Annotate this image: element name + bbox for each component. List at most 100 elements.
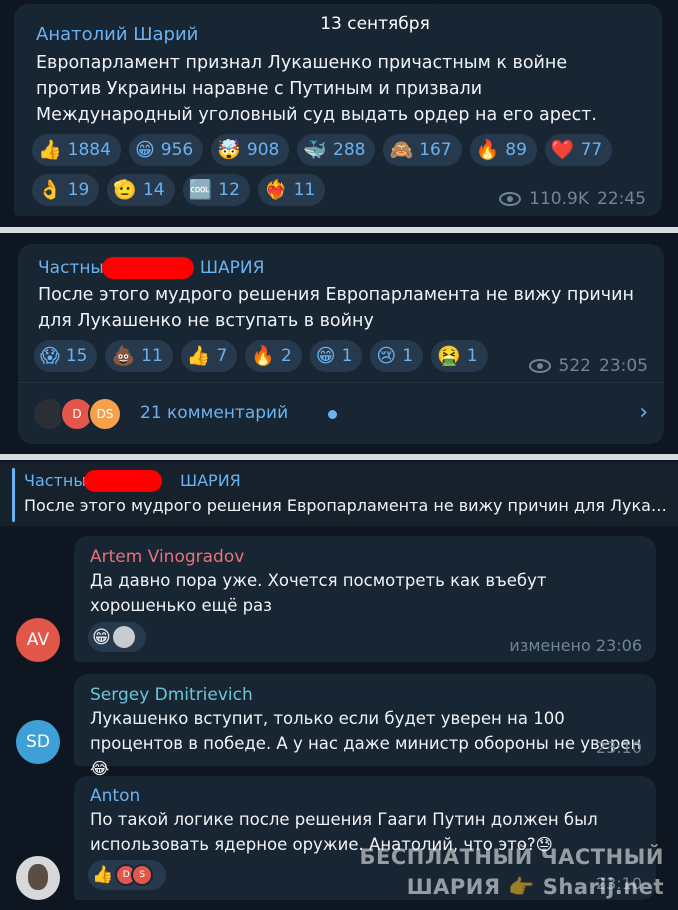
views-icon <box>528 359 551 373</box>
reaction-count: 1 <box>341 346 353 366</box>
comment-text: Лукашенко вступит, только если будет уве… <box>90 709 642 778</box>
reaction-chip[interactable]: 😁 956 <box>128 134 204 166</box>
reaction-emoji-icon: 🤮 <box>437 344 461 367</box>
avatar-face <box>28 864 48 890</box>
reaction-count: 956 <box>160 140 194 160</box>
reaction-count: 908 <box>246 140 280 160</box>
reaction-chip[interactable]: 🔥 89 <box>469 134 537 166</box>
message-text: После этого мудрого решения Европарламен… <box>38 285 634 331</box>
reaction-chip[interactable]: 👍 D S <box>88 860 166 890</box>
accent-bar <box>12 468 15 522</box>
reaction-count: 12 <box>218 180 240 200</box>
reaction-emoji-icon: 🔥 <box>251 344 275 367</box>
reaction-emoji-icon: 😢 <box>376 344 397 367</box>
reaction-emoji-icon: 🔥 <box>475 138 500 161</box>
reaction-chip[interactable]: 👍 1884 <box>32 134 121 166</box>
reaction-chip[interactable]: 🫡 14 <box>107 174 175 206</box>
avatar[interactable]: SD <box>16 720 60 764</box>
divider <box>0 227 678 233</box>
reaction-chip[interactable]: 🐳 288 <box>297 134 376 166</box>
redaction-mark <box>84 470 162 492</box>
title-part: ШАРИЯ <box>179 471 241 490</box>
reaction-emoji-icon: 😁 <box>315 344 336 367</box>
reaction-chip[interactable]: 🆒 12 <box>182 174 250 206</box>
reaction-chip[interactable]: 🤯 908 <box>211 134 290 166</box>
reaction-chip[interactable]: 🔥 2 <box>245 340 302 372</box>
sender-name-part: Частны <box>38 258 104 278</box>
chevron-right-icon[interactable]: › <box>639 400 648 425</box>
watermark: БЕСПЛАТНЫЙ ЧАСТНЫЙ ШАРИЯ 👉 Sharij.net <box>360 842 664 902</box>
reaction-chip[interactable]: 😱 15 <box>34 340 98 372</box>
reaction-count: 11 <box>293 180 316 200</box>
reaction-chip[interactable]: 🤮 1 <box>431 340 488 372</box>
commenter-name[interactable]: Anton <box>90 786 140 806</box>
date-pill: 13 сентября <box>300 7 450 41</box>
redaction-mark <box>102 257 194 279</box>
reactor-avatar <box>112 626 135 648</box>
post-meta: 522 23:05 <box>528 356 648 376</box>
reaction-emoji-icon: 👍 <box>38 138 62 161</box>
comment-bubble[interactable]: Artem Vinogradov Да давно пора уже. Хоче… <box>74 536 656 662</box>
reaction-chip[interactable]: 😁 1 <box>309 340 363 372</box>
divider <box>0 454 678 460</box>
reaction-emoji-icon: 🤯 <box>217 138 241 161</box>
reaction-chip[interactable]: ❤️‍🔥 11 <box>257 174 326 206</box>
comments-count[interactable]: 21 комментарий <box>140 403 288 423</box>
reaction-count: 11 <box>141 346 163 366</box>
reaction-emoji-icon: 💩 <box>111 344 136 367</box>
commenter-name[interactable]: Sergey Dmitrievich <box>90 685 253 705</box>
reaction-emoji-icon: 🐳 <box>303 138 327 161</box>
message-text: Европарламент признал Лукашенко причастн… <box>36 53 597 125</box>
reaction-emoji-icon: ❤️‍🔥 <box>263 178 288 201</box>
reaction-count: 14 <box>142 180 165 200</box>
unread-dot-icon <box>328 410 337 419</box>
reaction-count: 2 <box>280 346 292 366</box>
reaction-emoji-icon: 🙈 <box>389 138 414 161</box>
discussion-header[interactable]: Частны ШАРИЯ После этого мудрого решения … <box>0 462 678 526</box>
reaction-emoji-icon: 👌 <box>38 178 62 201</box>
reaction-chip[interactable]: 🙈 167 <box>383 134 462 166</box>
reaction-emoji-icon: 🫡 <box>113 178 137 201</box>
commenter-avatar: DS <box>88 397 122 431</box>
thumbs-up-icon: 👍 <box>92 865 114 885</box>
reaction-emoji-icon: 👍 <box>186 344 211 367</box>
reaction-chip[interactable]: 😁 <box>88 622 146 652</box>
grin-icon: 😁 <box>92 626 111 648</box>
post-time: 23:05 <box>599 356 648 376</box>
reaction-chip[interactable]: ❤️ 77 <box>544 134 613 166</box>
reactions-row: 😱 15 💩 11 👍 7 🔥 2 😁 1 😢 1 🤮 1 <box>34 340 534 372</box>
reaction-emoji-icon: 😱 <box>40 344 60 367</box>
reaction-chip[interactable]: 💩 11 <box>105 340 173 372</box>
reactor-avatar: S <box>131 864 154 886</box>
comment-meta: 23:10 <box>595 738 642 757</box>
reaction-count: 15 <box>65 346 88 366</box>
avatar[interactable]: AV <box>16 618 60 662</box>
commenter-name[interactable]: Artem Vinogradov <box>90 547 244 567</box>
reaction-chip[interactable]: 👌 19 <box>32 174 100 206</box>
post-bubble-2[interactable]: Частны ШАРИЯ После этого мудрого решения … <box>18 244 664 444</box>
views-count: 110.9K <box>529 189 589 209</box>
reaction-count: 19 <box>67 180 90 200</box>
post-meta: 110.9K 22:45 <box>499 189 646 209</box>
sender-name[interactable]: Анатолий Шарий <box>36 24 198 45</box>
watermark-line: БЕСПЛАТНЫЙ ЧАСТНЫЙ <box>359 845 664 869</box>
reaction-count: 1 <box>466 346 478 366</box>
reaction-chip[interactable]: 👍 7 <box>180 340 238 372</box>
reaction-count: 77 <box>580 140 603 160</box>
views-icon <box>499 192 522 206</box>
reaction-count: 89 <box>505 140 527 160</box>
sender-name-part: ШАРИЯ <box>199 258 265 278</box>
reaction-emoji-icon: 🆒 <box>188 178 213 201</box>
comment-bubble[interactable]: Sergey Dmitrievich Лукашенко вступит, то… <box>74 674 656 778</box>
views-count: 522 <box>558 356 591 376</box>
comments-link[interactable]: D DS 21 комментарий › <box>32 394 652 434</box>
avatar-photo[interactable] <box>16 856 60 900</box>
reaction-emoji-icon: ❤️ <box>550 138 575 161</box>
title-part: Частны <box>24 471 86 490</box>
reaction-count: 167 <box>419 140 452 160</box>
reaction-count: 7 <box>216 346 228 366</box>
reaction-count: 288 <box>333 140 366 160</box>
reaction-chip[interactable]: 😢 1 <box>370 340 424 372</box>
watermark-line: ШАРИЯ 👉 Sharij.net <box>406 875 664 899</box>
post-time: 22:45 <box>597 189 646 209</box>
